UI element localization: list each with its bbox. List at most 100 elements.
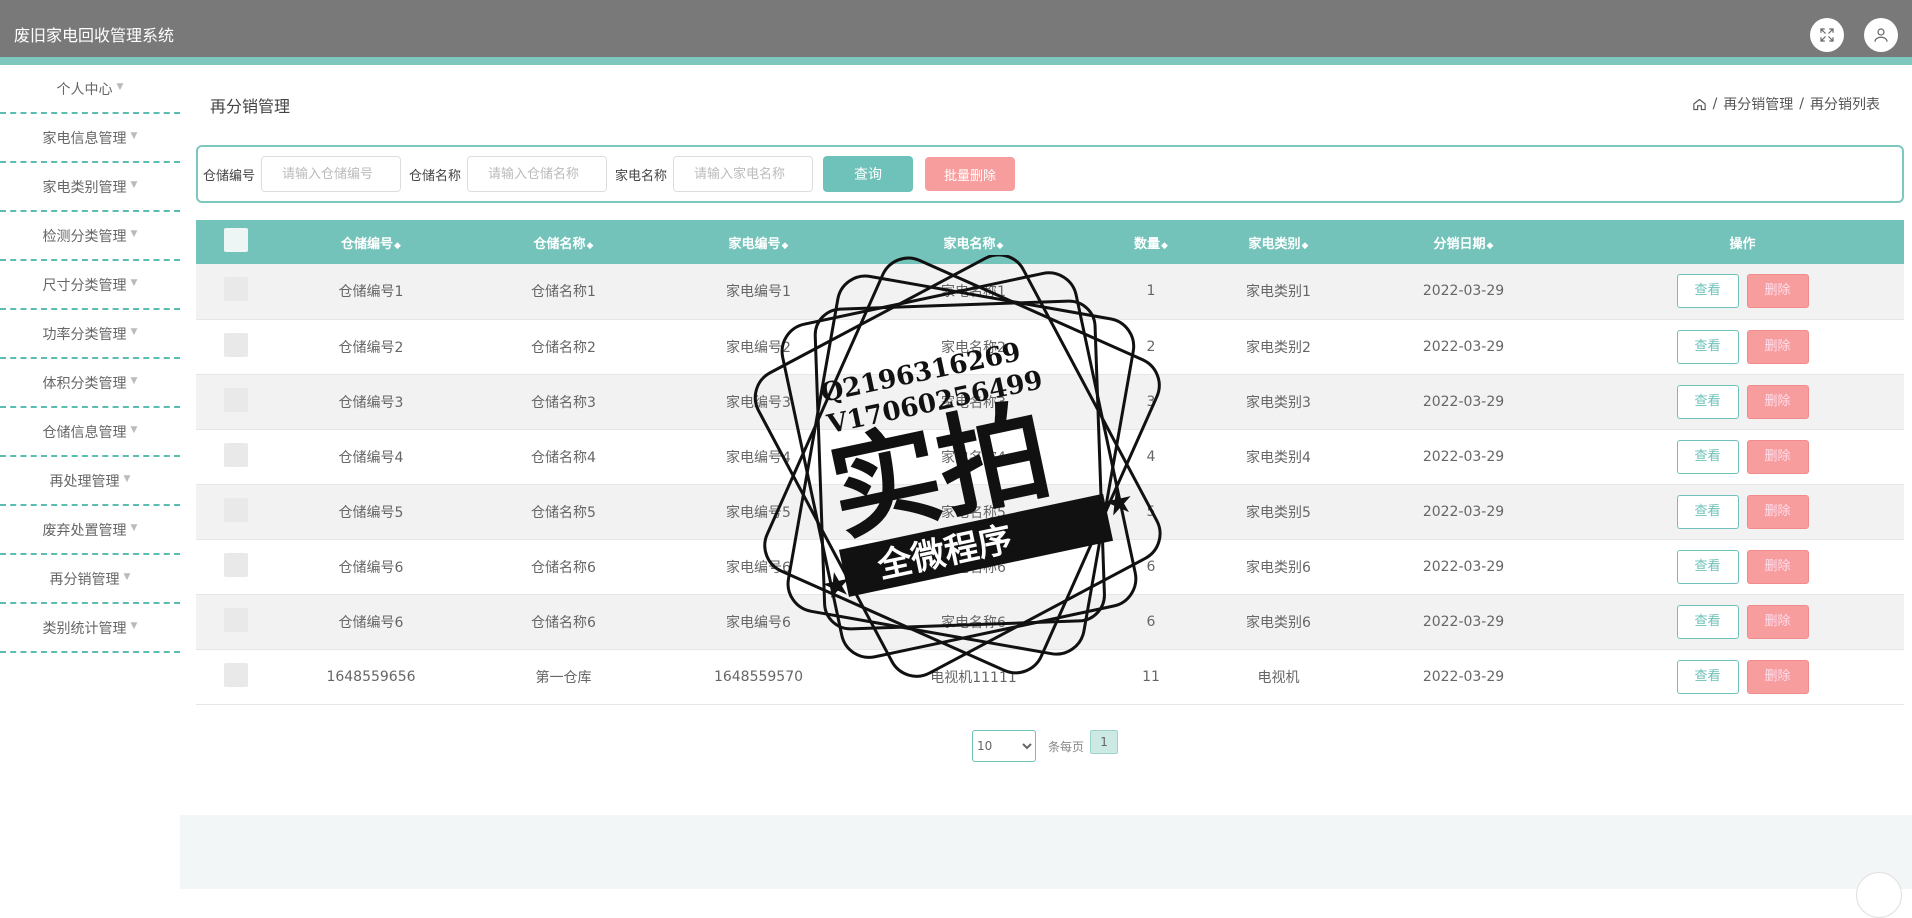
table-cell: 家电类别6 (1246, 559, 1311, 576)
row-checkbox[interactable] (224, 607, 248, 632)
storage-name-input[interactable] (467, 156, 608, 192)
actions-cell: 查看 删除 (1581, 539, 1904, 594)
storage-name-label: 仓储名称 (409, 168, 462, 184)
row-checkbox[interactable] (224, 387, 248, 412)
user-button[interactable] (1864, 18, 1898, 52)
table-cell: 2022-03-29 (1422, 503, 1505, 520)
col-header[interactable]: 分销日期◆ (1346, 220, 1581, 264)
table-cell: 仓储编号1 (338, 284, 404, 301)
caret-down-icon: ▼ (116, 81, 124, 92)
table-cell: 仓储名称5 (531, 504, 596, 521)
row-checkbox[interactable] (224, 662, 248, 687)
view-button[interactable]: 查看 (1676, 439, 1739, 474)
delete-button[interactable]: 删除 (1746, 439, 1809, 474)
table-cell: 5 (1146, 503, 1156, 520)
view-button[interactable]: 查看 (1676, 659, 1739, 694)
table-cell: 家电名称1 (941, 284, 1006, 301)
caret-down-icon: ▼ (130, 375, 138, 386)
storage-no-input[interactable] (261, 156, 402, 192)
table-header-row: 仓储编号◆ 仓储名称◆ 家电编号◆ 家电名称◆ 数量◆ 家电类别◆ 分销日期◆ … (196, 220, 1904, 264)
caret-down-icon: ▼ (130, 424, 138, 435)
delete-button[interactable]: 删除 (1746, 549, 1809, 584)
view-button[interactable]: 查看 (1676, 494, 1739, 529)
table-row[interactable]: 1648559656 第一仓库 1648559570 电视机11111 11 电视机 202… (196, 649, 1904, 704)
sidebar-item-disposal[interactable]: 废弃处置管理 ▼ (0, 506, 180, 555)
table-cell: 仓储编号6 (338, 614, 404, 631)
table-cell: 2022-03-29 (1422, 283, 1505, 300)
table-row[interactable]: 仓储编号2 仓储名称2 家电编号2 家电名称2 2 家电类别2 2022-03-29 查看 删除 (196, 319, 1904, 374)
sidebar-item-category-stats[interactable]: 类别统计管理 ▼ (0, 604, 180, 653)
row-checkbox[interactable] (224, 277, 248, 302)
delete-button[interactable]: 删除 (1746, 604, 1809, 639)
table-cell: 4 (1146, 448, 1156, 465)
actions-cell: 查看 删除 (1581, 429, 1904, 484)
table-cell: 家电编号5 (726, 504, 791, 521)
query-button[interactable]: 查询 (823, 156, 914, 192)
sidebar-item-detection-category[interactable]: 检测分类管理 ▼ (0, 212, 180, 261)
fullscreen-button[interactable] (1810, 18, 1844, 52)
delete-button[interactable]: 删除 (1746, 329, 1809, 364)
table-cell: 2022-03-29 (1422, 448, 1505, 465)
batch-delete-button[interactable]: 批量删除 (925, 157, 1016, 191)
sidebar-item-storage-info[interactable]: 仓储信息管理 ▼ (0, 408, 180, 457)
table-row[interactable]: 仓储编号4 仓储名称4 家电编号4 家电名称4 4 家电类别4 2022-03-29 查看 删除 (196, 429, 1904, 484)
table-row[interactable]: 仓储编号6 仓储名称6 家电编号6 家电名称6 6 家电类别6 2022-03-29 查看 删除 (196, 594, 1904, 649)
view-button[interactable]: 查看 (1676, 274, 1739, 309)
view-button[interactable]: 查看 (1676, 604, 1739, 639)
delete-button[interactable]: 删除 (1746, 274, 1809, 309)
sidebar-item-power-category[interactable]: 功率分类管理 ▼ (0, 310, 180, 359)
table-row[interactable]: 仓储编号3 仓储名称3 家电编号3 家电名称3 3 家电类别3 2022-03-29 查看 删除 (196, 374, 1904, 429)
table-cell: 家电类别5 (1246, 504, 1311, 521)
sidebar-item-size-category[interactable]: 尺寸分类管理 ▼ (0, 261, 180, 310)
table-cell: 仓储编号4 (338, 449, 404, 466)
page-size-select[interactable]: 10 (972, 730, 1036, 762)
table-cell: 家电编号6 (726, 559, 791, 576)
table-row[interactable]: 仓储编号6 仓储名称6 家电编号6 家电名称6 6 家电类别6 2022-03-29 查看 删除 (196, 539, 1904, 594)
home-icon[interactable] (1692, 97, 1707, 112)
row-checkbox[interactable] (224, 332, 248, 357)
table-cell: 2022-03-29 (1422, 613, 1505, 630)
col-header[interactable]: 仓储名称◆ (466, 220, 661, 264)
breadcrumb-item[interactable]: 再分销管理 (1723, 94, 1793, 114)
actions-cell: 查看 删除 (1581, 594, 1904, 649)
table-cell: 11 (1142, 668, 1160, 685)
back-to-top-button[interactable] (1856, 872, 1902, 918)
table-row[interactable]: 仓储编号5 仓储名称5 家电编号5 家电名称5 5 家电类别5 2022-03-29 查看 删除 (196, 484, 1904, 539)
col-header[interactable]: 家电名称◆ (856, 220, 1091, 264)
breadcrumb-separator: / (1712, 96, 1718, 112)
table-cell: 仓储名称6 (531, 559, 596, 576)
appliance-name-input[interactable] (673, 156, 814, 192)
row-checkbox[interactable] (224, 497, 248, 522)
sidebar-item-volume-category[interactable]: 体积分类管理 ▼ (0, 359, 180, 408)
table-cell: 2022-03-29 (1422, 338, 1505, 355)
sidebar-item-reprocessing[interactable]: 再处理管理 ▼ (0, 457, 180, 506)
row-checkbox[interactable] (224, 442, 248, 467)
delete-button[interactable]: 删除 (1746, 384, 1809, 419)
table-cell: 仓储名称4 (531, 449, 596, 466)
col-header[interactable]: 家电类别◆ (1211, 220, 1346, 264)
col-header[interactable]: 家电编号◆ (661, 220, 856, 264)
view-button[interactable]: 查看 (1676, 329, 1739, 364)
table-cell: 1648559656 (326, 668, 416, 685)
delete-button[interactable]: 删除 (1746, 659, 1809, 694)
caret-down-icon: ▼ (123, 473, 131, 484)
data-table: 仓储编号◆ 仓储名称◆ 家电编号◆ 家电名称◆ 数量◆ 家电类别◆ 分销日期◆ … (196, 220, 1904, 705)
table-cell: 家电类别1 (1246, 284, 1311, 301)
table-cell: 2022-03-29 (1422, 668, 1505, 685)
sidebar-item-appliance-category[interactable]: 家电类别管理 ▼ (0, 163, 180, 212)
page-number-button[interactable]: 1 (1090, 730, 1119, 754)
delete-button[interactable]: 删除 (1746, 494, 1809, 529)
col-header[interactable]: 仓储编号◆ (276, 220, 466, 264)
sidebar-item-personal-center[interactable]: 个人中心 ▼ (0, 65, 180, 114)
table-row[interactable]: 仓储编号1 仓储名称1 家电编号1 家电名称1 1 家电类别1 2022-03-29 查看 删除 (196, 264, 1904, 319)
pagination: 10 条每页 1 (972, 730, 1119, 762)
select-all-checkbox[interactable] (224, 228, 248, 252)
sidebar-item-redistribution[interactable]: 再分销管理 ▼ (0, 555, 180, 604)
table-cell: 家电名称2 (941, 339, 1006, 356)
view-button[interactable]: 查看 (1676, 384, 1739, 419)
col-header[interactable]: 数量◆ (1091, 220, 1211, 264)
view-button[interactable]: 查看 (1676, 549, 1739, 584)
table-cell: 3 (1146, 393, 1156, 410)
sidebar-item-appliance-info[interactable]: 家电信息管理 ▼ (0, 114, 180, 163)
row-checkbox[interactable] (224, 552, 248, 577)
